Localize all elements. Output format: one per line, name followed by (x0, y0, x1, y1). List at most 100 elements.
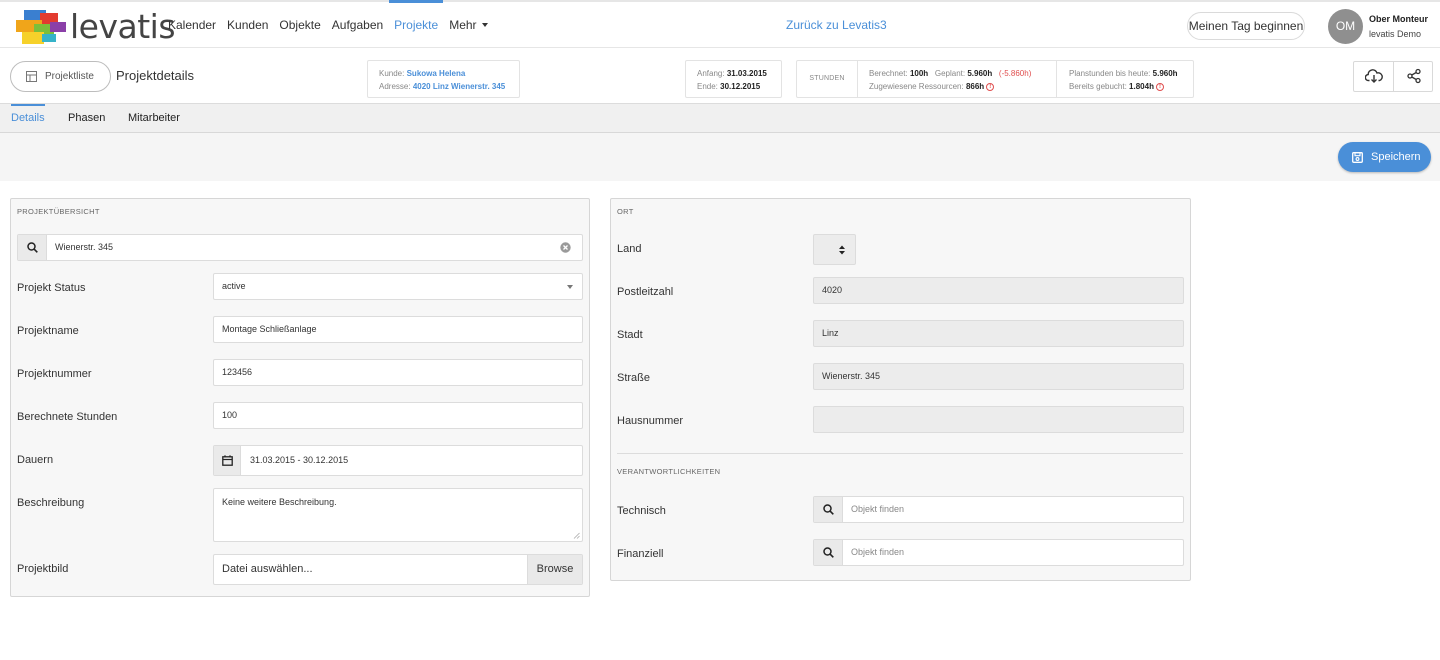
nav-mehr-label: Mehr (449, 18, 477, 32)
warning-icon[interactable]: ! (986, 82, 995, 91)
save-label: Speichern (1371, 151, 1421, 163)
technical-placeholder: Objekt finden (851, 504, 905, 514)
start-day-button[interactable]: Meinen Tag beginnen (1187, 12, 1305, 40)
plan-today-label: Planstunden bis heute: (1069, 69, 1151, 78)
address-search-input[interactable]: Wienerstr. 345 (17, 234, 583, 261)
calculated-hours-input[interactable]: 100 (213, 402, 583, 429)
financial-placeholder: Objekt finden (851, 547, 905, 557)
cloud-download-icon (1365, 69, 1383, 83)
tab-mitarbeiter[interactable]: Mitarbeiter (128, 104, 180, 133)
nav-objekte[interactable]: Objekte (279, 2, 320, 48)
save-icon (1352, 152, 1363, 163)
duration-date-range[interactable]: 31.03.2015 - 30.12.2015 (213, 445, 583, 476)
tab-details[interactable]: Details (11, 104, 45, 133)
end-label: Ende: (697, 82, 718, 91)
assigned-label: Zugewiesene Ressourcen: (869, 82, 964, 91)
duration-label: Dauern (17, 454, 54, 466)
street-input[interactable]: Wienerstr. 345 (813, 363, 1184, 390)
project-header: Projektliste Projektdetails Kunde: Sukow… (0, 48, 1440, 104)
description-label: Beschreibung (17, 497, 85, 509)
nav-projekte[interactable]: Projekte (389, 0, 444, 48)
download-button[interactable] (1354, 62, 1394, 91)
user-name[interactable]: Ober Monteur (1369, 14, 1428, 24)
status-select[interactable]: active (213, 273, 583, 300)
technical-search-input[interactable]: Objekt finden (813, 496, 1184, 523)
technical-label: Technisch (617, 505, 666, 517)
levatis-logo[interactable]: levatis (16, 7, 176, 46)
select-arrows-icon (839, 245, 845, 255)
status-value: active (222, 281, 246, 291)
nav-kalender[interactable]: Kalender (168, 2, 216, 48)
project-overview-panel: PROJEKTÜBERSICHT Wienerstr. 345 Projekt … (10, 198, 590, 597)
top-navbar: levatis Kalender Kunden Objekte Aufgaben… (0, 0, 1440, 48)
address-search-value: Wienerstr. 345 (55, 242, 114, 252)
description-textarea[interactable]: Keine weitere Beschreibung. (213, 488, 583, 542)
avatar[interactable]: OM (1328, 9, 1363, 44)
hours-summary-box: STUNDEN Berechnet: 100h Geplant: 5.960h … (796, 60, 1194, 98)
city-label: Stadt (617, 329, 643, 341)
nav-kunden[interactable]: Kunden (227, 2, 268, 48)
logo-text: levatis (70, 7, 176, 46)
share-icon (1407, 68, 1421, 84)
user-company: levatis Demo (1369, 29, 1422, 39)
status-label: Projekt Status (17, 282, 86, 294)
house-number-input[interactable] (813, 406, 1184, 433)
number-label: Projektnummer (17, 368, 92, 380)
nav-aufgaben[interactable]: Aufgaben (332, 2, 383, 48)
project-number-input[interactable]: 123456 (213, 359, 583, 386)
name-label: Projektname (17, 325, 79, 337)
plan-today-hours: 5.960h (1152, 69, 1178, 78)
customer-link[interactable]: Sukowa Helena (407, 69, 466, 78)
calculated-hours: 100h (909, 69, 929, 78)
clear-icon[interactable] (560, 242, 571, 253)
main-nav: Kalender Kunden Objekte Aufgaben Projekt… (168, 0, 499, 48)
financial-search-input[interactable]: Objekt finden (813, 539, 1184, 566)
street-label: Straße (617, 372, 651, 384)
assigned-hours: 866h (965, 82, 985, 91)
planned-label: Geplant: (934, 69, 966, 78)
start-date: 31.03.2015 (726, 69, 767, 78)
search-icon (823, 504, 834, 515)
project-list-button[interactable]: Projektliste (10, 61, 111, 92)
booked-hours: 1.804h (1129, 82, 1154, 91)
list-icon (26, 71, 37, 82)
calculated-label: Berechnet: (869, 69, 908, 78)
resize-handle-icon[interactable] (573, 532, 580, 539)
hours-field-label: Berechnete Stunden (17, 411, 118, 423)
address-link[interactable]: 4020 Linz Wienerstr. 345 (413, 82, 505, 91)
file-placeholder: Datei auswählen... (222, 563, 313, 575)
end-date: 30.12.2015 (720, 82, 761, 91)
location-title: ORT (617, 207, 634, 216)
hours-label: STUNDEN (797, 61, 858, 97)
search-icon (823, 547, 834, 558)
tab-phasen[interactable]: Phasen (68, 104, 105, 133)
back-to-levatis3-link[interactable]: Zurück zu Levatis3 (786, 18, 887, 32)
description-value: Keine weitere Beschreibung. (222, 497, 337, 507)
financial-label: Finanziell (617, 548, 664, 560)
address-label: Adresse: (379, 82, 411, 91)
action-bar: Speichern (0, 133, 1440, 181)
warning-icon[interactable]: ! (1155, 82, 1164, 91)
planned-diff: (-5.860h) (998, 69, 1032, 78)
zip-label: Postleitzahl (617, 286, 674, 298)
city-input[interactable]: Linz (813, 320, 1184, 347)
project-name-input[interactable]: Montage Schließanlage (213, 316, 583, 343)
booked-label: Bereits gebucht: (1069, 82, 1127, 91)
section-divider (617, 453, 1183, 454)
share-button[interactable] (1394, 62, 1434, 91)
logo-mark-icon (16, 10, 66, 44)
overview-title: PROJEKTÜBERSICHT (17, 207, 100, 216)
hours-divider (1056, 61, 1057, 97)
project-image-file-input[interactable]: Datei auswählen... Browse (213, 554, 583, 585)
country-select[interactable] (813, 234, 856, 265)
duration-value: 31.03.2015 - 30.12.2015 (250, 455, 349, 465)
caret-down-icon (481, 22, 488, 27)
save-button[interactable]: Speichern (1338, 142, 1431, 172)
zip-input[interactable]: 4020 (813, 277, 1184, 304)
calendar-addon (214, 446, 241, 475)
search-icon (27, 242, 38, 253)
planned-hours: 5.960h (967, 69, 993, 78)
browse-button[interactable]: Browse (527, 555, 582, 584)
responsibilities-title: VERANTWORTLICHKEITEN (617, 467, 721, 476)
nav-mehr[interactable]: Mehr (449, 2, 488, 48)
